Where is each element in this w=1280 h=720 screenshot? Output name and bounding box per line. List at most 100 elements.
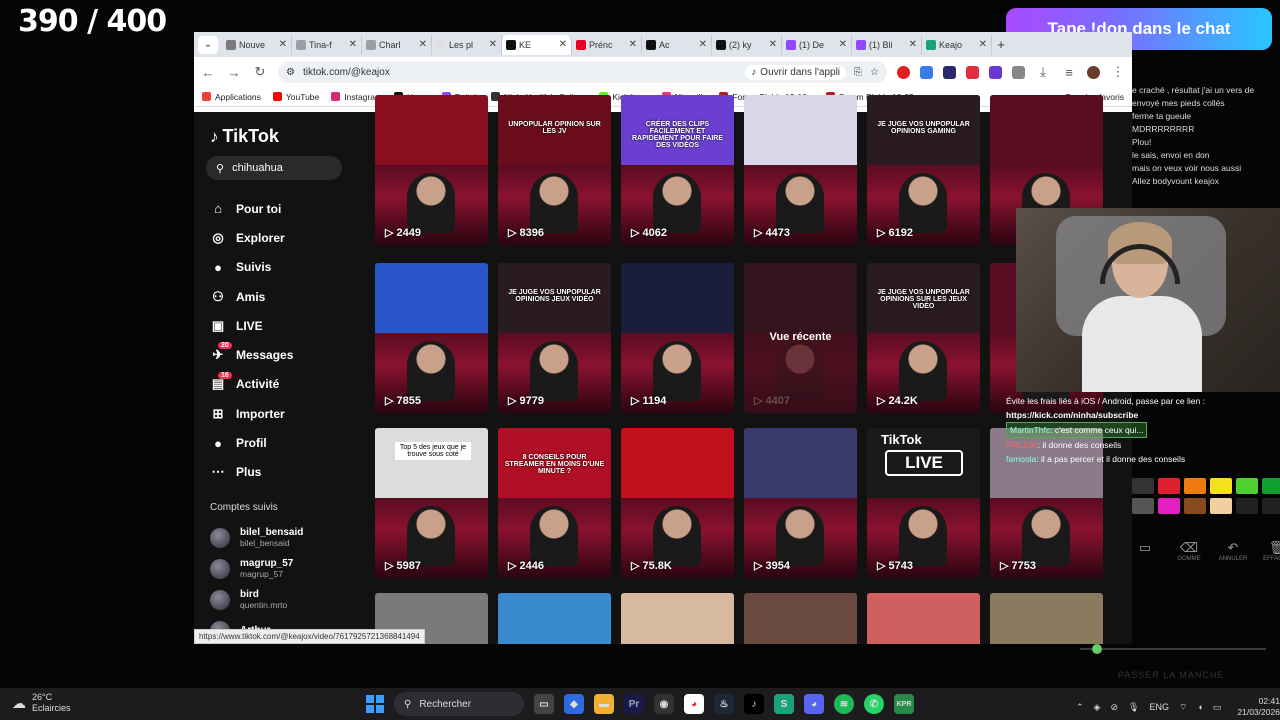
- tray-mic-icon[interactable]: 🎙: [1128, 702, 1139, 713]
- chrome-icon[interactable]: ◕: [684, 694, 704, 714]
- task-view-icon[interactable]: ▭: [534, 694, 554, 714]
- search-value[interactable]: chihuahua: [232, 162, 283, 174]
- tab-close-icon[interactable]: ✕: [909, 39, 917, 50]
- volume-icon[interactable]: ◖: [1197, 702, 1202, 712]
- open-in-app-button[interactable]: ♪ Ouvrir dans l'appli: [745, 64, 847, 80]
- profile-avatar[interactable]: [1087, 65, 1100, 79]
- taskbar-search[interactable]: ⚲ Rechercher: [394, 692, 524, 716]
- browser-tab[interactable]: KE ✕: [502, 34, 572, 55]
- video-card[interactable]: [498, 593, 611, 644]
- sidebar-item-pourtoi[interactable]: ⌂ Pour toi: [210, 194, 293, 223]
- tray-chevron-icon[interactable]: ⌃: [1076, 702, 1084, 713]
- color-swatch[interactable]: [1132, 498, 1154, 514]
- download-icon[interactable]: ⤓: [1035, 64, 1051, 80]
- video-card[interactable]: [867, 593, 980, 644]
- video-card[interactable]: Je juge vos unpopular opinions gaming ▷ 6…: [867, 95, 980, 245]
- sidebar-item-live[interactable]: ▣ LIVE: [210, 311, 293, 340]
- followed-account[interactable]: bird quentin.mrto: [210, 584, 303, 615]
- video-card[interactable]: Je juge vos unpopular opinions sur les j…: [867, 263, 980, 413]
- forward-icon[interactable]: →: [226, 65, 242, 80]
- sidebar-item-profil[interactable]: ● Profil: [210, 428, 293, 457]
- color-swatch[interactable]: [1236, 478, 1258, 494]
- browser-tab[interactable]: (1) De ✕: [782, 34, 852, 55]
- sidebar-item-importer[interactable]: ⊞ Importer: [210, 399, 293, 428]
- discord-icon[interactable]: ◕: [804, 694, 824, 714]
- tab-close-icon[interactable]: ✕: [279, 39, 287, 50]
- tray-network-off-icon[interactable]: ⊘: [1110, 702, 1118, 713]
- url-text[interactable]: tiktok.com/@keajox: [303, 67, 737, 78]
- tab-close-icon[interactable]: ✕: [559, 39, 567, 50]
- app-s-icon[interactable]: S: [774, 694, 794, 714]
- video-card[interactable]: ▷ 1194: [621, 263, 734, 413]
- tab-close-icon[interactable]: ✕: [699, 39, 707, 50]
- translate-icon[interactable]: ⎘: [854, 67, 862, 78]
- tab-close-icon[interactable]: ✕: [419, 39, 427, 50]
- video-card[interactable]: ▷ 4473: [744, 95, 857, 245]
- new-tab-button[interactable]: +: [992, 37, 1010, 52]
- browser-tab[interactable]: (2) ky ✕: [712, 34, 782, 55]
- color-swatch[interactable]: [1262, 478, 1280, 494]
- premiere-icon[interactable]: Pr: [624, 694, 644, 714]
- tab-close-icon[interactable]: ✕: [629, 39, 637, 50]
- video-card[interactable]: TikTok LIVE ▷ 5743: [867, 428, 980, 578]
- video-card[interactable]: [990, 593, 1103, 644]
- battery-icon[interactable]: ▭: [1213, 702, 1222, 713]
- spotify-icon[interactable]: ≋: [834, 694, 854, 714]
- video-card[interactable]: Top 5 des jeux que je trouve sous coté ▷ …: [375, 428, 488, 578]
- extension-red-icon[interactable]: [966, 65, 979, 79]
- followed-account[interactable]: magrup_57 magrup_57: [210, 553, 303, 584]
- clock[interactable]: 02:41 21/03/2026: [1237, 696, 1280, 718]
- tab-close-icon[interactable]: ✕: [769, 39, 777, 50]
- extension-audio-icon[interactable]: [920, 65, 933, 79]
- obs-icon[interactable]: ◉: [654, 694, 674, 714]
- brush-size-slider[interactable]: [1080, 644, 1266, 654]
- browser-tab[interactable]: Tina-f ✕: [292, 34, 362, 55]
- windows-start-icon[interactable]: [366, 695, 384, 713]
- extension-screen-icon[interactable]: [943, 65, 956, 79]
- video-card[interactable]: 8 conseils pour streamer en moins d'une …: [498, 428, 611, 578]
- steam-icon[interactable]: ♨: [714, 694, 734, 714]
- video-card[interactable]: ▷ 75.8K: [621, 428, 734, 578]
- drawing-tool-button[interactable]: ⌫ GOMME: [1174, 540, 1204, 562]
- sidebar-item-amis[interactable]: ⚇ Amis: [210, 282, 293, 311]
- file-explorer-icon[interactable]: ▬: [594, 694, 614, 714]
- bookmark-star-icon[interactable]: ☆: [870, 67, 879, 78]
- browser-tab[interactable]: Nouve ✕: [222, 34, 292, 55]
- media-controls-icon[interactable]: ≡: [1061, 65, 1077, 80]
- extension-opera-icon[interactable]: [897, 65, 910, 79]
- kpr-icon[interactable]: KPR: [894, 694, 914, 714]
- sidebar-item-suivis[interactable]: ● Suivis: [210, 253, 293, 282]
- video-card[interactable]: Je juge vos unpopular opinions jeux vidé…: [498, 263, 611, 413]
- video-card[interactable]: ▷ 2449: [375, 95, 488, 245]
- address-bar[interactable]: ⚙ tiktok.com/@keajox ♪ Ouvrir dans l'appl…: [278, 61, 887, 83]
- back-icon[interactable]: ←: [200, 65, 216, 80]
- browser-menu-icon[interactable]: ⋮: [1110, 64, 1126, 80]
- slider-knob[interactable]: [1092, 644, 1102, 654]
- drawing-tool-button[interactable]: ↶ ANNULER: [1218, 540, 1248, 562]
- bookmark-item[interactable]: Applications: [202, 92, 261, 102]
- keyboard-language[interactable]: ENG: [1149, 702, 1169, 712]
- sidebar-item-plus[interactable]: ⋯ Plus: [210, 458, 293, 487]
- search-input[interactable]: ⚲ chihuahua: [206, 156, 342, 180]
- browser-tab[interactable]: Les pl ✕: [432, 34, 502, 55]
- extensions-puzzle-icon[interactable]: [1012, 65, 1025, 79]
- tab-close-icon[interactable]: ✕: [979, 39, 987, 50]
- browser-tab[interactable]: Ac ✕: [642, 34, 712, 55]
- color-swatch[interactable]: [1210, 478, 1232, 494]
- sidebar-item-messages[interactable]: ✈ 20 Messages: [210, 340, 293, 369]
- color-swatch[interactable]: [1158, 478, 1180, 494]
- whatsapp-icon[interactable]: ✆: [864, 694, 884, 714]
- tab-close-icon[interactable]: ✕: [349, 39, 357, 50]
- tab-search-dropdown-icon[interactable]: ⌄: [198, 35, 218, 54]
- pass-round-button[interactable]: PASSER LA MANCHE: [1118, 670, 1224, 680]
- followed-account[interactable]: bilel_bensaid bilel_bensaid: [210, 522, 303, 553]
- video-card[interactable]: Unpopular opinion sur les JV ▷ 8396: [498, 95, 611, 245]
- reload-icon[interactable]: ↻: [252, 64, 268, 80]
- color-swatch[interactable]: [1210, 498, 1232, 514]
- video-card[interactable]: Créer des clips facilement et rapidement…: [621, 95, 734, 245]
- drawing-tool-button[interactable]: 🗑EFFACER: [1262, 540, 1280, 562]
- video-card[interactable]: ▷ 3954: [744, 428, 857, 578]
- drawing-tool-button[interactable]: ▭: [1130, 540, 1160, 562]
- sidebar-item-explorer[interactable]: ◎ Explorer: [210, 223, 293, 252]
- sidebar-item-activit[interactable]: ▤ 16 Activité: [210, 370, 293, 399]
